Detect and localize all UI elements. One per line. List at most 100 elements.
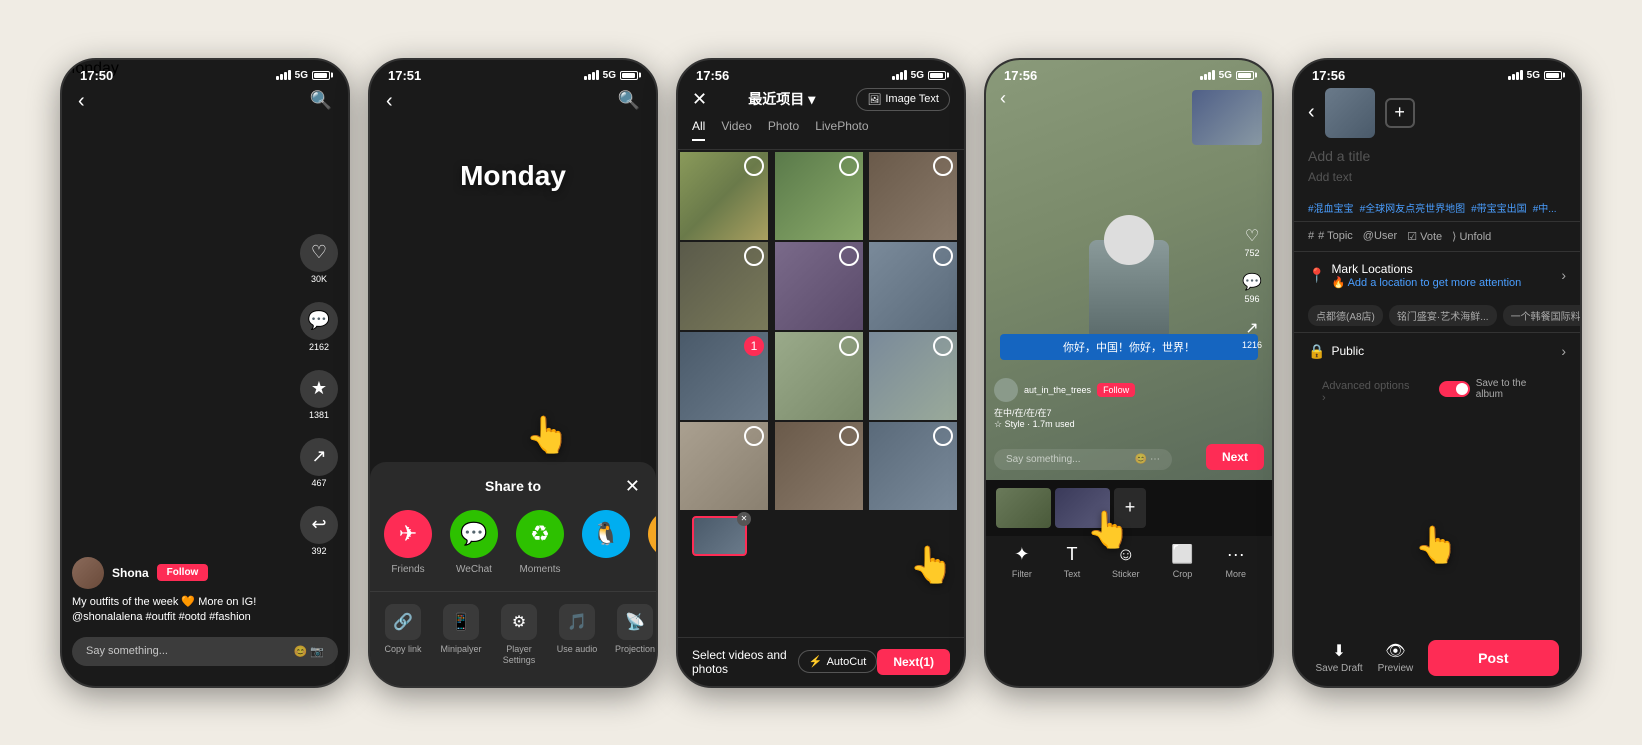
media-cell-11[interactable] bbox=[775, 422, 863, 510]
search-icon-2[interactable]: 🔍 bbox=[618, 90, 640, 111]
preview-btn[interactable]: 👁 Preview bbox=[1378, 641, 1414, 674]
tab-video[interactable]: Video bbox=[721, 119, 751, 141]
follow-btn-1[interactable]: Follow bbox=[157, 564, 209, 581]
location-row[interactable]: 📍 Mark Locations 🔥 Add a location to get… bbox=[1294, 251, 1580, 299]
title-input[interactable]: Add a title bbox=[1308, 148, 1566, 164]
hashtag-4[interactable]: #中... bbox=[1533, 200, 1557, 215]
unfold-option[interactable]: ⟩ Unfold bbox=[1452, 230, 1491, 243]
picker-tabs: All Video Photo LivePhoto bbox=[678, 119, 964, 150]
back-arrow-4[interactable]: ‹ bbox=[1000, 88, 1006, 109]
text-tool[interactable]: T Text bbox=[1064, 544, 1081, 579]
select-circle-9 bbox=[933, 336, 953, 356]
media-cell-2[interactable] bbox=[775, 152, 863, 240]
share-icon-4[interactable]: ↗1216 bbox=[1242, 318, 1262, 350]
time-5: 17:56 bbox=[1312, 68, 1345, 83]
more-tool[interactable]: ··· More bbox=[1226, 544, 1247, 579]
like-btn-1[interactable]: ♡ 30K bbox=[300, 234, 338, 284]
save-toggle[interactable] bbox=[1439, 381, 1469, 397]
share-btn-1[interactable]: ↗ 467 bbox=[300, 438, 338, 488]
thumbnail-1[interactable] bbox=[996, 488, 1051, 528]
share-moments[interactable]: ♻ Moments bbox=[514, 510, 566, 575]
hashtag-row: #混血宝宝 #全球网友点亮世界地图 #带宝宝出国 #中... bbox=[1294, 194, 1580, 221]
projection-btn[interactable]: 📡 Projection bbox=[610, 604, 658, 666]
crop-tool[interactable]: ⬜ Crop bbox=[1171, 544, 1193, 579]
tab-photo[interactable]: Photo bbox=[768, 119, 799, 141]
status-bar-5: 17:56 5G bbox=[1294, 60, 1580, 87]
signal-5 bbox=[1508, 70, 1523, 80]
network-type-1: 5G bbox=[295, 70, 308, 81]
search-icon-1[interactable]: 🔍 bbox=[310, 90, 332, 111]
media-cell-6[interactable] bbox=[869, 242, 957, 330]
miniplayer-btn[interactable]: 📱 Minipalyer bbox=[436, 604, 486, 666]
vote-option[interactable]: ☑ Vote bbox=[1407, 230, 1442, 243]
media-cell-4[interactable] bbox=[680, 242, 768, 330]
share-title: Share to bbox=[370, 478, 656, 494]
filter-tool[interactable]: ✦ Filter bbox=[1012, 544, 1032, 579]
time-2: 17:51 bbox=[388, 68, 421, 83]
media-cell-12[interactable] bbox=[869, 422, 957, 510]
share-qq[interactable]: 🐧 bbox=[580, 510, 632, 575]
hashtag-3[interactable]: #带宝宝出国 bbox=[1471, 200, 1527, 215]
share-wechat[interactable]: 💬 WeChat bbox=[448, 510, 500, 575]
username-1: Shona bbox=[112, 566, 149, 580]
media-cell-5[interactable] bbox=[775, 242, 863, 330]
image-text-btn[interactable]: 🖼 Image Text bbox=[856, 88, 950, 111]
status-icons-1: 5G bbox=[276, 70, 330, 81]
status-icons-5: 5G bbox=[1508, 70, 1562, 81]
post-actions: ⬇ Save Draft 👁 Preview Post bbox=[1294, 640, 1580, 676]
time-1: 17:50 bbox=[80, 68, 113, 83]
network-type-2: 5G bbox=[603, 70, 616, 81]
tab-all[interactable]: All bbox=[692, 119, 705, 141]
player-settings-btn[interactable]: ⚙ Player Settings bbox=[494, 604, 544, 666]
media-cell-8[interactable] bbox=[775, 332, 863, 420]
phone-3: 17:56 5G ✕ 最近项目 bbox=[676, 58, 966, 688]
autocut-btn[interactable]: ⚡ AutoCut bbox=[798, 650, 877, 673]
loc-tag-1[interactable]: 点都德(A8店) bbox=[1308, 305, 1383, 326]
back-arrow-2[interactable]: ‹ bbox=[386, 90, 393, 113]
hashtag-2[interactable]: #全球网友点亮世界地图 bbox=[1360, 200, 1466, 215]
next-btn-3[interactable]: Next(1) bbox=[877, 649, 950, 675]
follow-btn-4[interactable]: Follow bbox=[1097, 383, 1135, 397]
comment-input-4[interactable]: Say something... 😊 ⋯ bbox=[994, 449, 1172, 470]
hashtag-1[interactable]: #混血宝宝 bbox=[1308, 200, 1354, 215]
privacy-row[interactable]: 🔒 Public › bbox=[1294, 332, 1580, 370]
loc-tag-3[interactable]: 一个韩餐国际料理 bbox=[1503, 305, 1580, 326]
back-btn-5[interactable]: ‹ bbox=[1308, 101, 1315, 124]
hand-cursor-3: 👆 bbox=[909, 544, 954, 586]
privacy-label: Public bbox=[1331, 344, 1364, 358]
media-cell-7[interactable]: 1 bbox=[680, 332, 768, 420]
post-btn[interactable]: Post bbox=[1428, 640, 1558, 676]
media-cell-1[interactable] bbox=[680, 152, 768, 240]
advanced-options[interactable]: Advanced options › bbox=[1308, 374, 1425, 410]
comment-bar-1[interactable]: Say something... 😊 📷 bbox=[72, 637, 338, 666]
signal-1 bbox=[276, 70, 291, 80]
media-cell-9[interactable] bbox=[869, 332, 957, 420]
share-friends[interactable]: ✈ Friends bbox=[382, 510, 434, 575]
close-picker-btn[interactable]: ✕ bbox=[692, 89, 707, 110]
share-qzone[interactable]: ⭐ Qzone bbox=[646, 510, 656, 575]
select-circle-4 bbox=[744, 246, 764, 266]
save-draft-btn[interactable]: ⬇ Save Draft bbox=[1315, 641, 1362, 674]
media-cell-10[interactable] bbox=[680, 422, 768, 510]
tab-livephoto[interactable]: LivePhoto bbox=[815, 119, 868, 141]
copy-link-btn[interactable]: 🔗 Copy link bbox=[378, 604, 428, 666]
bookmark-btn-1[interactable]: ★ 1381 bbox=[300, 370, 338, 420]
topic-option[interactable]: # # Topic bbox=[1308, 230, 1353, 243]
status-bar-2: 17:51 5G bbox=[370, 60, 656, 87]
comment-count-1: 2162 bbox=[309, 342, 329, 352]
close-share-btn[interactable]: ✕ bbox=[625, 476, 640, 497]
hand-cursor-2: 👆 bbox=[525, 414, 570, 456]
next-btn-4[interactable]: Next bbox=[1206, 444, 1264, 470]
text-input[interactable]: Add text bbox=[1308, 170, 1566, 184]
comment-icon-4[interactable]: 💬596 bbox=[1242, 272, 1262, 304]
share-count-1: 467 bbox=[311, 478, 326, 488]
forward-btn-1[interactable]: ↩ 392 bbox=[300, 506, 338, 556]
add-media-btn[interactable]: + bbox=[1385, 98, 1415, 128]
loc-tag-2[interactable]: 铭门盛宴·艺术海鲜... bbox=[1389, 305, 1497, 326]
comment-btn-1[interactable]: 💬 2162 bbox=[300, 302, 338, 352]
media-cell-3[interactable] bbox=[869, 152, 957, 240]
user-option[interactable]: @User bbox=[1363, 230, 1397, 243]
heart-icon-4[interactable]: ♡752 bbox=[1244, 226, 1259, 258]
use-audio-btn[interactable]: 🎵 Use audio bbox=[552, 604, 602, 666]
back-arrow-1[interactable]: ‹ bbox=[78, 90, 85, 113]
